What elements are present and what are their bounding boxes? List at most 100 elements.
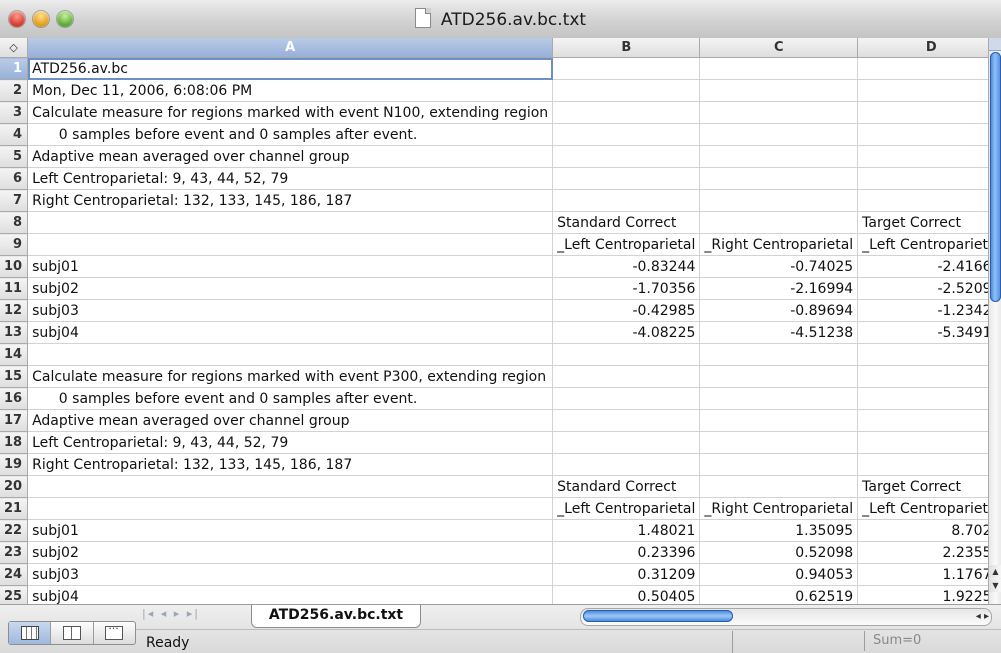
cell-a12[interactable]: subj03 [27, 299, 554, 322]
title-bar[interactable]: ATD256.av.bc.txt [0, 0, 1001, 39]
horizontal-scroll-thumb[interactable] [583, 610, 733, 622]
cell-d7[interactable] [857, 189, 988, 212]
row-header[interactable]: 13 [0, 321, 29, 344]
worksheet-grid[interactable]: ◇ A B C D E 1ATD256.av.bc2Mon, Dec 11, 2… [0, 38, 988, 604]
horizontal-scrollbar[interactable]: ◂ ▸ [580, 608, 992, 626]
sheet-navigation-arrows[interactable]: |◂ ◂ ▸ ▸| [142, 607, 200, 620]
cell-c10[interactable]: -0.74025 [699, 255, 859, 278]
row-header[interactable]: 11 [0, 277, 29, 300]
cell-c17[interactable] [699, 409, 859, 432]
cell-a19[interactable]: Right Centroparietal: 132, 133, 145, 186… [27, 453, 554, 476]
row-header[interactable]: 6 [0, 167, 29, 190]
cell-b24[interactable]: 0.31209 [552, 563, 701, 586]
row-header[interactable]: 16 [0, 387, 29, 410]
cell-c18[interactable] [699, 431, 859, 454]
cell-a15[interactable]: Calculate measure for regions marked wit… [27, 365, 554, 388]
cell-c1[interactable] [699, 57, 859, 80]
row-header[interactable]: 3 [0, 101, 29, 124]
cell-a9[interactable] [27, 233, 554, 256]
cell-a11[interactable]: subj02 [27, 277, 554, 300]
cell-b2[interactable] [552, 79, 701, 102]
cell-d9[interactable]: _Left Centroparietal [857, 233, 988, 256]
cell-d8[interactable]: Target Correct [857, 211, 988, 234]
cell-c12[interactable]: -0.89694 [699, 299, 859, 322]
row-header[interactable]: 8 [0, 211, 29, 234]
row-header[interactable]: 4 [0, 123, 29, 146]
horizontal-scroll-arrows-icon[interactable]: ◂ ▸ [976, 609, 989, 625]
column-header-c[interactable]: C [699, 38, 859, 58]
cell-d18[interactable] [857, 431, 988, 454]
cell-a20[interactable] [27, 475, 554, 498]
row-header[interactable]: 14 [0, 343, 29, 366]
cell-d10[interactable]: -2.41669 [857, 255, 988, 278]
column-header-a[interactable]: A [27, 38, 554, 58]
cell-a10[interactable]: subj01 [27, 255, 554, 278]
cell-a14[interactable] [27, 343, 554, 366]
split-handle[interactable] [989, 38, 1001, 51]
row-header[interactable]: 25 [0, 585, 29, 604]
cell-d21[interactable]: _Left Centroparietal [857, 497, 988, 520]
cell-b23[interactable]: 0.23396 [552, 541, 701, 564]
cell-c24[interactable]: 0.94053 [699, 563, 859, 586]
cell-c7[interactable] [699, 189, 859, 212]
cell-a22[interactable]: subj01 [27, 519, 554, 542]
cell-a3[interactable]: Calculate measure for regions marked wit… [27, 101, 554, 124]
cell-d5[interactable] [857, 145, 988, 168]
cell-c14[interactable] [699, 343, 859, 366]
cell-d6[interactable] [857, 167, 988, 190]
cell-d3[interactable] [857, 101, 988, 124]
cell-a7[interactable]: Right Centroparietal: 132, 133, 145, 186… [27, 189, 554, 212]
cell-d13[interactable]: -5.34914 [857, 321, 988, 344]
cell-d23[interactable]: 2.23559 [857, 541, 988, 564]
sheet-tab[interactable]: ATD256.av.bc.txt [251, 605, 421, 628]
column-header-b[interactable]: B [552, 38, 701, 58]
row-header[interactable]: 23 [0, 541, 29, 564]
cell-b1[interactable] [552, 57, 701, 80]
cell-a1[interactable]: ATD256.av.bc [27, 57, 554, 80]
cell-d24[interactable]: 1.17673 [857, 563, 988, 586]
row-header[interactable]: 21 [0, 497, 29, 520]
row-header[interactable]: 1 [0, 57, 29, 80]
cell-c2[interactable] [699, 79, 859, 102]
cell-d17[interactable] [857, 409, 988, 432]
cell-a23[interactable]: subj02 [27, 541, 554, 564]
row-header[interactable]: 18 [0, 431, 29, 454]
cell-a8[interactable] [27, 211, 554, 234]
cell-d14[interactable] [857, 343, 988, 366]
cell-d19[interactable] [857, 453, 988, 476]
cell-d2[interactable] [857, 79, 988, 102]
cell-b20[interactable]: Standard Correct [552, 475, 701, 498]
cell-c21[interactable]: _Right Centroparietal [699, 497, 859, 520]
cell-a4[interactable]: 0 samples before event and 0 samples aft… [27, 123, 554, 146]
vertical-scroll-thumb[interactable] [990, 52, 1001, 302]
cell-c22[interactable]: 1.35095 [699, 519, 859, 542]
cell-c19[interactable] [699, 453, 859, 476]
cell-b13[interactable]: -4.08225 [552, 321, 701, 344]
cell-a18[interactable]: Left Centroparietal: 9, 43, 44, 52, 79 [27, 431, 554, 454]
vertical-scrollbar[interactable]: ▲ ▼ [988, 38, 1001, 604]
page-layout-view-button[interactable] [51, 622, 94, 644]
page-break-view-button[interactable] [94, 622, 135, 644]
cell-c9[interactable]: _Right Centroparietal [699, 233, 859, 256]
normal-view-button[interactable] [9, 622, 52, 644]
row-header[interactable]: 19 [0, 453, 29, 476]
cell-b15[interactable] [552, 365, 701, 388]
cell-d22[interactable]: 8.7022 [857, 519, 988, 542]
row-header[interactable]: 5 [0, 145, 29, 168]
cell-b19[interactable] [552, 453, 701, 476]
cell-b10[interactable]: -0.83244 [552, 255, 701, 278]
cell-a24[interactable]: subj03 [27, 563, 554, 586]
cell-a25[interactable]: subj04 [27, 585, 554, 604]
cell-a6[interactable]: Left Centroparietal: 9, 43, 44, 52, 79 [27, 167, 554, 190]
cell-c5[interactable] [699, 145, 859, 168]
cell-c3[interactable] [699, 101, 859, 124]
cell-b16[interactable] [552, 387, 701, 410]
cell-a16[interactable]: 0 samples before event and 0 samples aft… [27, 387, 554, 410]
cell-b9[interactable]: _Left Centroparietal [552, 233, 701, 256]
cell-d16[interactable] [857, 387, 988, 410]
row-header[interactable]: 10 [0, 255, 29, 278]
cell-b14[interactable] [552, 343, 701, 366]
cell-b18[interactable] [552, 431, 701, 454]
cell-a13[interactable]: subj04 [27, 321, 554, 344]
cell-b4[interactable] [552, 123, 701, 146]
